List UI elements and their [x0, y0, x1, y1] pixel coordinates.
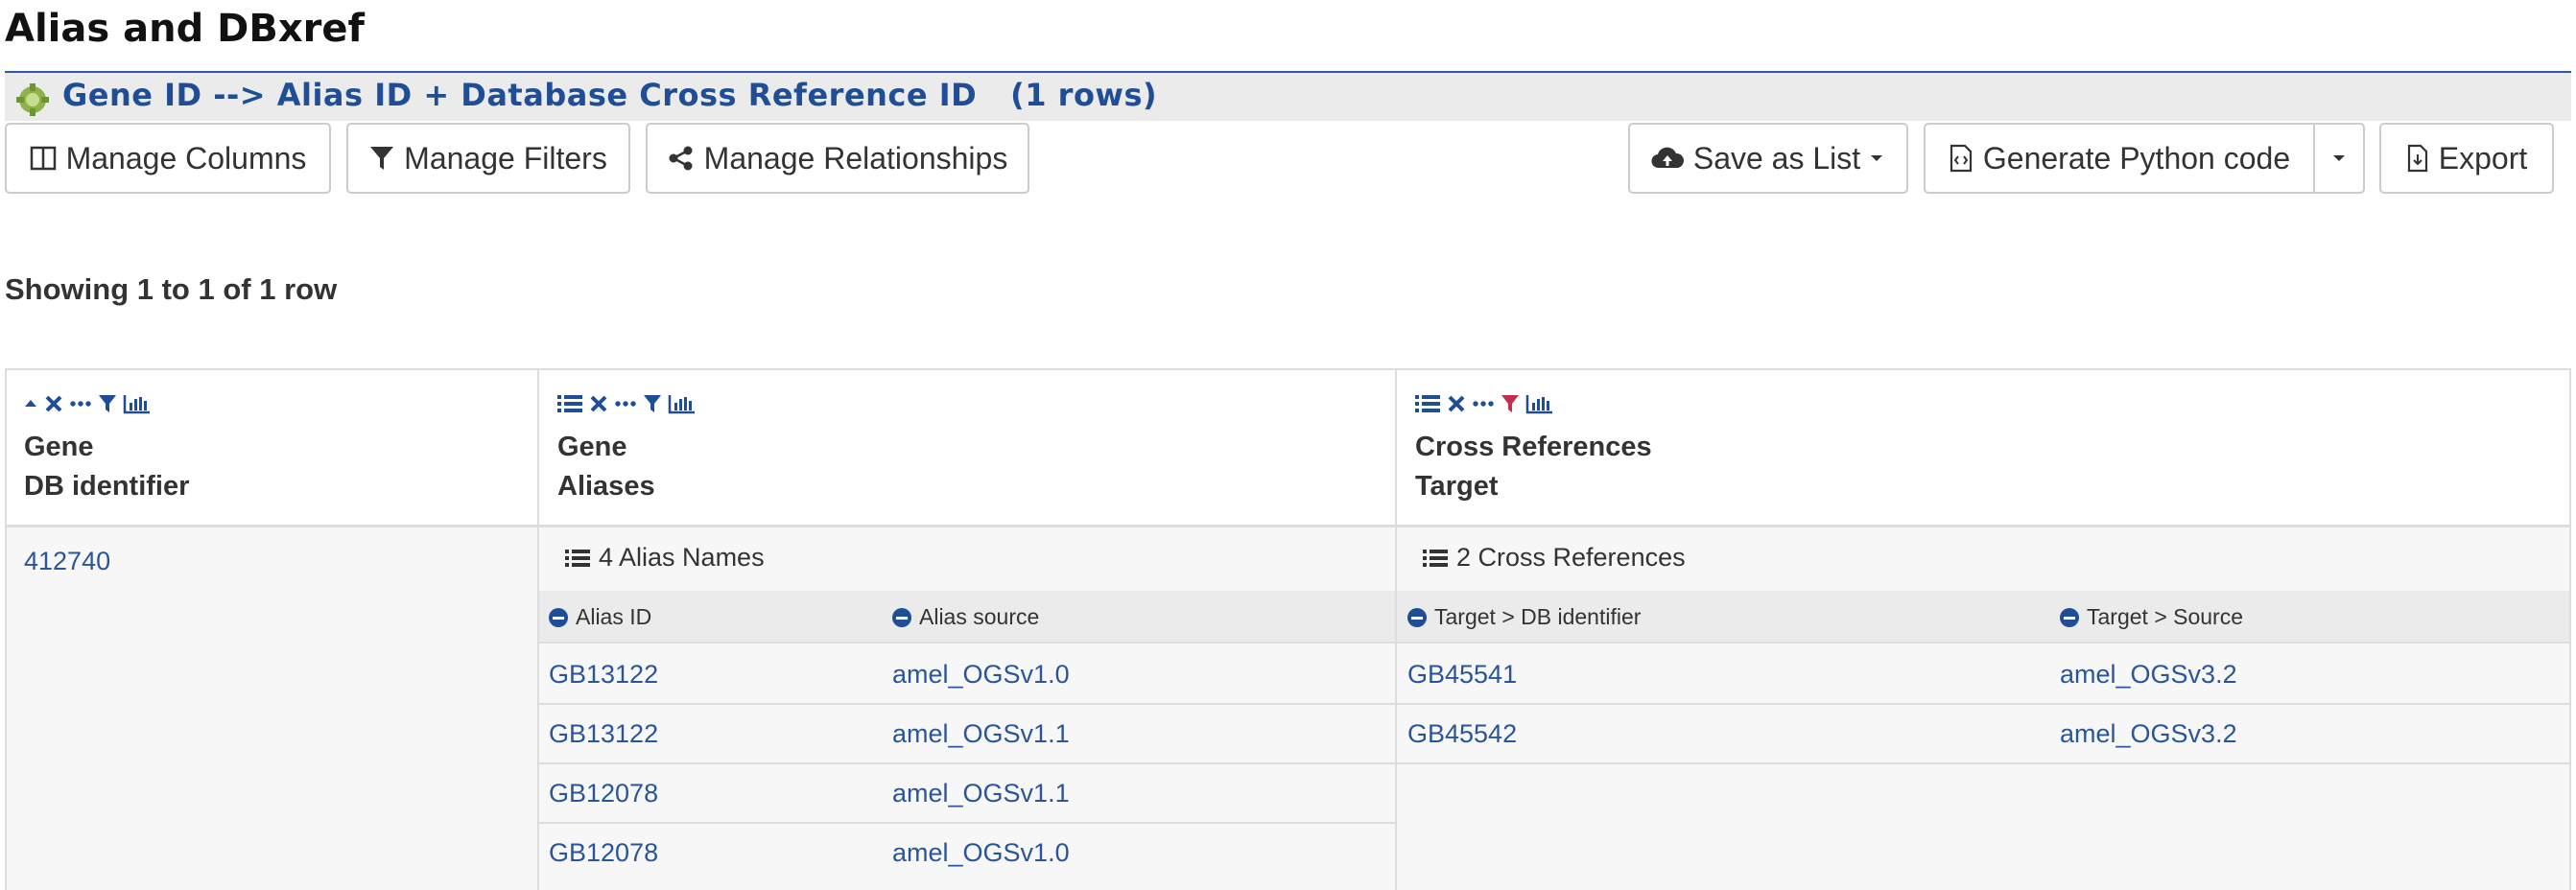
- table-row-background: [7, 527, 2569, 890]
- remove-column-icon[interactable]: [44, 394, 63, 413]
- manage-relationships-button[interactable]: Manage Relationships: [646, 123, 1029, 194]
- column-tools-aliases: [556, 393, 697, 414]
- xref-source-link[interactable]: amel_OGSv3.2: [2060, 660, 2237, 690]
- list-icon: [1423, 549, 1448, 567]
- results-count: Showing 1 to 1 of 1 row: [5, 272, 338, 306]
- column-header-line2: DB identifier: [24, 471, 190, 502]
- column-header-line2: Target: [1415, 471, 1499, 502]
- column-header-line1: Cross References: [1415, 432, 1652, 462]
- aliases-summary-label: 4 Alias Names: [599, 543, 765, 572]
- query-title[interactable]: Gene ID --> Alias ID + Database Cross Re…: [62, 77, 1157, 113]
- more-icon[interactable]: [614, 394, 637, 413]
- remove-subcolumn-icon[interactable]: [1407, 607, 1427, 627]
- column-header-aliases[interactable]: Gene Aliases: [557, 428, 655, 506]
- more-icon[interactable]: [69, 394, 92, 413]
- xrefs-summary-toggle[interactable]: 2 Cross References: [1422, 543, 1686, 573]
- manage-relationships-label: Manage Relationships: [703, 140, 1008, 176]
- caret-down-icon: [2333, 155, 2345, 161]
- manage-columns-label: Manage Columns: [65, 140, 307, 176]
- column-header-line1: Gene: [24, 432, 94, 462]
- export-file-icon: [2407, 144, 2427, 173]
- code-file-icon: [1950, 144, 1972, 173]
- xref-source-link[interactable]: amel_OGSv3.2: [2060, 719, 2237, 749]
- column-header-xrefs[interactable]: Cross References Target: [1415, 428, 1652, 506]
- bar-chart-icon[interactable]: [123, 393, 152, 414]
- remove-column-icon[interactable]: [1447, 394, 1466, 413]
- remove-subcolumn-icon[interactable]: [892, 607, 911, 627]
- subcolumn-label: Alias source: [919, 604, 1040, 629]
- bar-chart-icon[interactable]: [668, 393, 697, 414]
- manage-filters-button[interactable]: Manage Filters: [346, 123, 630, 194]
- filter-icon: [370, 147, 394, 170]
- subcolumn-header-alias-source[interactable]: Alias source: [892, 604, 1039, 630]
- column-tools-xrefs: [1414, 393, 1554, 414]
- alias-source-link[interactable]: amel_OGSv1.0: [892, 838, 1070, 868]
- gene-id-link[interactable]: 412740: [24, 547, 110, 576]
- subcolumn-label: Alias ID: [576, 604, 652, 629]
- save-as-list-button[interactable]: Save as List: [1628, 123, 1908, 194]
- aliases-summary-toggle[interactable]: 4 Alias Names: [564, 543, 765, 573]
- alias-id-link[interactable]: GB12078: [549, 779, 658, 808]
- remove-column-icon[interactable]: [589, 394, 608, 413]
- alias-id-link[interactable]: GB13122: [549, 660, 658, 690]
- alias-id-link[interactable]: GB12078: [549, 838, 658, 868]
- generate-python-code-label: Generate Python code: [1982, 140, 2291, 176]
- column-header-line1: Gene: [557, 432, 627, 462]
- xref-target-id-link[interactable]: GB45541: [1407, 660, 1517, 690]
- column-header-line2: Aliases: [557, 471, 655, 502]
- share-icon: [669, 146, 693, 171]
- xrefs-summary-label: 2 Cross References: [1456, 543, 1686, 572]
- manage-filters-label: Manage Filters: [404, 140, 607, 176]
- generate-python-code-button[interactable]: Generate Python code: [1924, 123, 2315, 194]
- columns-icon: [30, 146, 56, 171]
- active-filter-icon[interactable]: [1501, 393, 1520, 414]
- save-as-list-label: Save as List: [1692, 140, 1861, 176]
- export-button[interactable]: Export: [2379, 123, 2554, 194]
- caret-down-icon: [1871, 155, 1883, 161]
- list-icon: [565, 549, 590, 567]
- alias-source-link[interactable]: amel_OGSv1.1: [892, 719, 1070, 749]
- sort-asc-icon[interactable]: [23, 397, 38, 410]
- cloud-upload-icon: [1651, 147, 1684, 169]
- column-tools-gene-id: [23, 393, 152, 414]
- subcolumn-header-target-db-identifier[interactable]: Target > DB identifier: [1407, 604, 1641, 630]
- alias-id-link[interactable]: GB13122: [549, 719, 658, 749]
- manage-columns-button[interactable]: Manage Columns: [5, 123, 331, 194]
- bar-chart-icon[interactable]: [1525, 393, 1554, 414]
- filter-icon[interactable]: [98, 393, 117, 414]
- subcolumn-label: Target > Source: [2087, 604, 2244, 629]
- alias-source-link[interactable]: amel_OGSv1.0: [892, 660, 1070, 690]
- code-language-dropdown[interactable]: [2313, 123, 2365, 194]
- remove-subcolumn-icon[interactable]: [2060, 607, 2079, 627]
- list-icon[interactable]: [1414, 393, 1441, 414]
- more-icon[interactable]: [1472, 394, 1495, 413]
- export-label: Export: [2438, 140, 2528, 176]
- subcolumn-header-target-source[interactable]: Target > Source: [2060, 604, 2243, 630]
- subcolumn-label: Target > DB identifier: [1434, 604, 1642, 629]
- alias-source-link[interactable]: amel_OGSv1.1: [892, 779, 1070, 808]
- page-title: Alias and DBxref: [5, 7, 365, 51]
- column-header-gene-id[interactable]: Gene DB identifier: [24, 428, 189, 506]
- remove-subcolumn-icon[interactable]: [549, 607, 568, 627]
- filter-icon[interactable]: [643, 393, 662, 414]
- puzzle-icon: [16, 83, 49, 116]
- list-icon[interactable]: [556, 393, 583, 414]
- subcolumn-header-alias-id[interactable]: Alias ID: [549, 604, 651, 630]
- xref-target-id-link[interactable]: GB45542: [1407, 719, 1517, 749]
